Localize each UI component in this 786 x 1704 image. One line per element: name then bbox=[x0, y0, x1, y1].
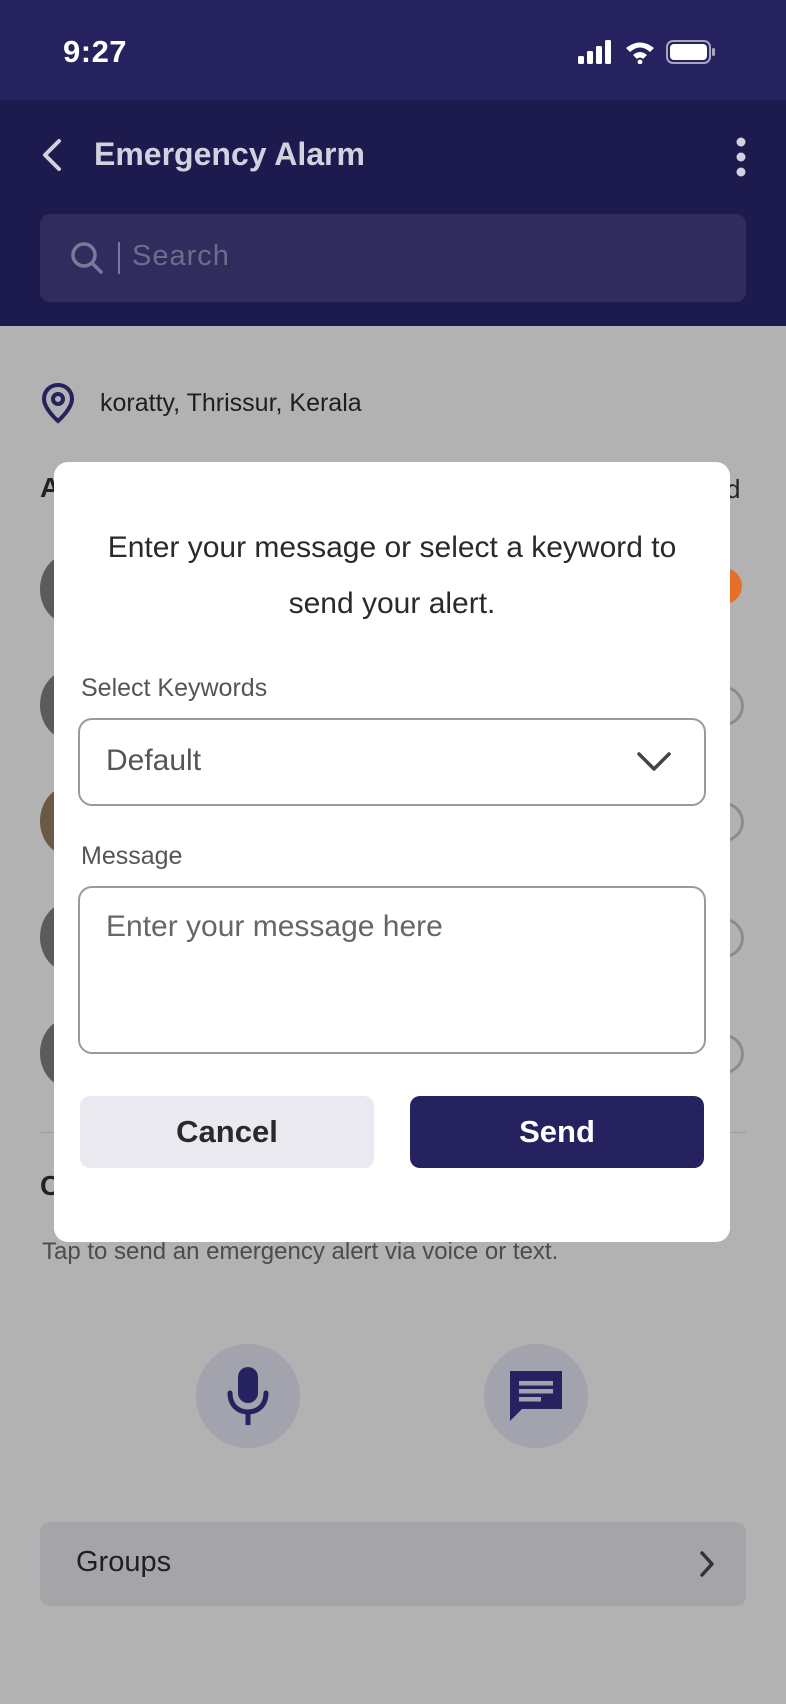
groups-label: Groups bbox=[76, 1546, 172, 1578]
location-text: koratty, Thrissur, Kerala bbox=[100, 388, 362, 417]
chat-message-icon bbox=[510, 1371, 562, 1421]
text-alert-button[interactable] bbox=[484, 1344, 588, 1448]
battery-icon bbox=[666, 40, 715, 64]
dialog-title: Enter your message or select a keyword t… bbox=[107, 531, 677, 620]
status-icons bbox=[578, 40, 716, 64]
location-row[interactable]: koratty, Thrissur, Kerala bbox=[40, 382, 362, 424]
location-pin-icon bbox=[41, 382, 75, 424]
search-caret bbox=[118, 242, 120, 274]
alert-hint-text: Tap to send an emergency alert via voice… bbox=[42, 1238, 559, 1265]
more-options-button[interactable] bbox=[726, 134, 756, 180]
page-title: Emergency Alarm bbox=[94, 136, 365, 172]
keywords-label: Select Keywords bbox=[81, 674, 268, 702]
more-vertical-icon bbox=[736, 137, 746, 177]
voice-alert-button[interactable] bbox=[196, 1344, 300, 1448]
message-field[interactable] bbox=[78, 886, 706, 1054]
search-icon bbox=[71, 242, 103, 274]
chevron-left-icon bbox=[43, 139, 61, 171]
send-alert-dialog: Enter your message or select a keyword t… bbox=[54, 462, 730, 1242]
chevron-right-icon bbox=[700, 1551, 714, 1577]
status-bar: 9:27 bbox=[0, 0, 786, 100]
wifi-icon bbox=[626, 42, 654, 64]
cancel-button[interactable]: Cancel bbox=[80, 1096, 374, 1168]
status-time: 9:27 bbox=[63, 34, 128, 69]
microphone-icon bbox=[227, 1367, 269, 1425]
message-label: Message bbox=[81, 842, 183, 870]
keywords-select[interactable]: Default bbox=[78, 718, 706, 806]
back-button[interactable] bbox=[34, 130, 70, 180]
groups-row[interactable]: Groups bbox=[40, 1522, 746, 1606]
keywords-selected-value: Default bbox=[106, 744, 202, 777]
search-placeholder: Search bbox=[132, 240, 230, 272]
send-button[interactable]: Send bbox=[410, 1096, 704, 1168]
chevron-down-icon bbox=[637, 752, 671, 771]
signal-icon bbox=[578, 40, 611, 64]
search-input[interactable]: Search bbox=[40, 214, 746, 302]
